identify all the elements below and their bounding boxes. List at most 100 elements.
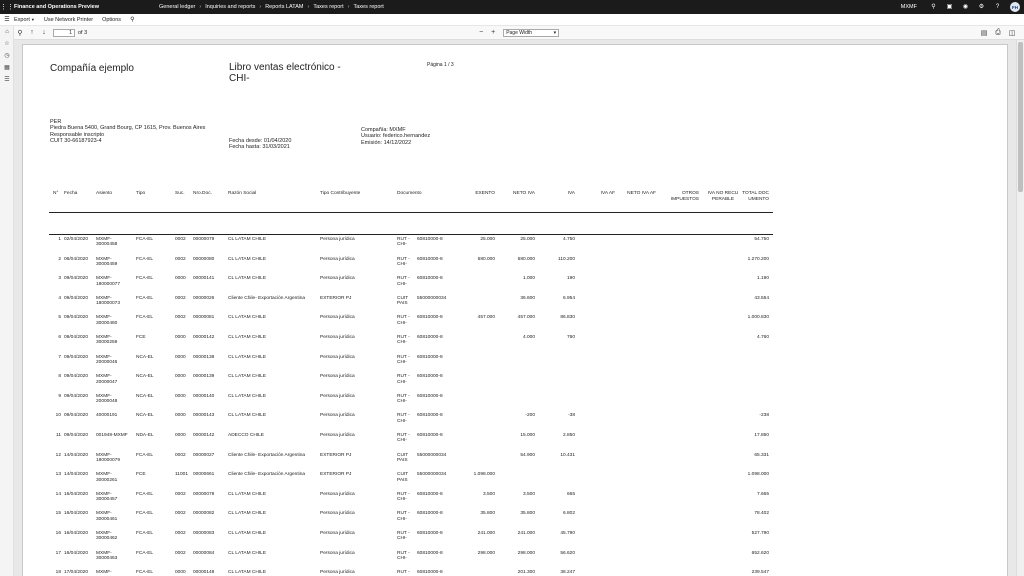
- cell-asiento: MXMF- 30000457: [96, 491, 118, 503]
- avatar[interactable]: FH: [1010, 2, 1020, 12]
- cell-suc: 0000: [175, 354, 186, 360]
- network-printer-button[interactable]: Use Network Printer: [44, 17, 93, 23]
- cell-razon: Cliente Chile- Exportación Argentina: [228, 472, 306, 478]
- vertical-scrollbar[interactable]: [1016, 40, 1024, 576]
- breadcrumb-item[interactable]: Inquiries and reports: [205, 4, 255, 10]
- report-title: Libro ventas electrónico - CHI-: [229, 62, 341, 84]
- modules-icon[interactable]: ☰: [0, 74, 14, 86]
- layout-icon[interactable]: ◫: [1006, 29, 1018, 37]
- navigation-pane: ⌂ ☆ ◷ ▦ ☰: [0, 26, 14, 576]
- cell-razon: CL LATAM CHILE: [228, 413, 267, 419]
- cell-total: 65.331: [754, 452, 769, 458]
- find-icon[interactable]: ⚲: [14, 29, 26, 37]
- breadcrumb-item[interactable]: General ledger: [159, 4, 195, 10]
- help-icon[interactable]: ?: [994, 4, 1001, 11]
- cell-iva: 45.790: [560, 531, 575, 536]
- gear-icon[interactable]: ⚙: [978, 4, 985, 11]
- cell-n: 8: [58, 374, 61, 380]
- col-total-documento: TOTAL DOCUMENTO: [742, 191, 769, 202]
- cell-tipo: FCA-EL: [136, 452, 154, 458]
- cell-tipo: FCA-EL: [136, 276, 154, 282]
- report-meta: Compañía: MXMF Usuario: federico.hernand…: [361, 127, 430, 146]
- cell-neto: 4.000: [522, 335, 535, 340]
- chevron-down-icon: ▾: [553, 29, 557, 36]
- app-title[interactable]: Finance and Operations Preview: [14, 4, 99, 10]
- cell-exento: 35.800: [480, 511, 495, 517]
- cell-total: 4.760: [756, 335, 769, 340]
- zoom-select[interactable]: Page Width ▾: [503, 28, 560, 37]
- chevron-right-icon: ›: [259, 4, 262, 10]
- cell-total: 1.000.830: [747, 315, 769, 321]
- cell-asiento: MXMF- 20000047: [96, 374, 118, 385]
- waffle-icon[interactable]: ⋮⋮: [0, 3, 14, 11]
- notifications-icon[interactable]: ◉: [962, 4, 969, 11]
- cell-n: 6: [58, 335, 61, 340]
- cell-n: 7: [58, 354, 61, 360]
- zoom-in-icon[interactable]: +: [487, 29, 499, 36]
- cell-exento: 457.000: [477, 315, 495, 321]
- workspaces-icon[interactable]: ▦: [0, 62, 14, 74]
- table-row: 17 16/04/2020 MXMF- 30000463 FCA-EL 0002 0000…: [23, 551, 1009, 571]
- col-nro-doc: Nro.Doc.: [193, 191, 212, 196]
- col-otros-impuestos: OTROS IMPUESTOS: [670, 191, 699, 202]
- search-icon[interactable]: ⚲: [930, 4, 937, 11]
- cell-iva: 760: [566, 335, 575, 340]
- favorites-icon[interactable]: ☆: [0, 38, 14, 50]
- cell-asiento: MXMF- 30000459: [96, 256, 118, 267]
- cell-tipo: NDA-EL: [136, 433, 154, 438]
- app-header: ⋮⋮ Finance and Operations Preview Genera…: [0, 0, 1024, 14]
- cell-fecha: 09/04/2020: [64, 374, 89, 380]
- cell-razon: CL LATAM CHILE: [228, 570, 267, 576]
- cell-tipo: FCA-EL: [136, 570, 154, 576]
- action-pane: ☰ Export▼ Use Network Printer Options ⚲: [0, 14, 1024, 26]
- cell-contrib: Persona jurídica: [320, 354, 355, 360]
- cell-iva: 2.850: [562, 433, 575, 438]
- breadcrumb-item[interactable]: Taxes report: [353, 4, 383, 10]
- hamburger-icon[interactable]: ☰: [0, 16, 14, 23]
- scrollbar-thumb[interactable]: [1018, 42, 1023, 192]
- breadcrumb-item[interactable]: Taxes report: [313, 4, 343, 10]
- cell-nro: 00000082: [193, 511, 215, 517]
- options-tab[interactable]: Options: [102, 17, 121, 23]
- table-row: 16 16/04/2020 MXMF- 30000462 FCA-EL 0002 0000…: [23, 531, 1009, 551]
- company-picker[interactable]: MXMF: [901, 4, 917, 10]
- cell-n: 12: [55, 452, 61, 458]
- cell-suc: 0002: [175, 256, 186, 262]
- cell-doc_type: CUIT PAIS: [397, 472, 409, 483]
- cell-n: 17: [55, 550, 61, 556]
- cell-asiento: MXMF- 180000077: [96, 276, 121, 287]
- chevron-right-icon: ›: [307, 4, 310, 10]
- home-icon[interactable]: ⌂: [0, 26, 14, 38]
- cell-suc: 0002: [175, 531, 186, 536]
- table-row: 9 09/04/2020 MXMF- 20000048 NCA-EL 0000 00000…: [23, 394, 1009, 414]
- arrow-up-icon[interactable]: ↑: [26, 29, 38, 36]
- chevron-down-icon: ▼: [30, 16, 35, 22]
- cell-iva: 6.802: [562, 511, 575, 517]
- zoom-out-icon[interactable]: −: [475, 29, 487, 36]
- cell-nro: 00000139: [193, 374, 215, 380]
- chevron-right-icon: ›: [199, 4, 202, 10]
- search-icon[interactable]: ⚲: [130, 16, 134, 23]
- breadcrumb-item[interactable]: Reports LATAM: [265, 4, 303, 10]
- cell-suc: 0002: [175, 315, 186, 321]
- cell-contrib: Persona jurídica: [320, 393, 355, 399]
- save-icon[interactable]: ▤: [978, 29, 990, 37]
- recent-icon[interactable]: ◷: [0, 50, 14, 62]
- cell-doc_type: CUIT PAIS: [397, 452, 409, 463]
- arrow-down-icon[interactable]: ↓: [38, 29, 50, 36]
- cell-razon: CL LATAM CHILE: [228, 550, 267, 556]
- cell-tipo: NCA-EL: [136, 354, 154, 360]
- export-button[interactable]: Export▼: [14, 17, 35, 23]
- page-number-input[interactable]: 1: [53, 28, 75, 37]
- cell-contrib: Persona jurídica: [320, 315, 355, 321]
- cell-fecha: 09/04/2020: [64, 433, 89, 438]
- chat-icon[interactable]: ▣: [946, 4, 953, 11]
- cell-total: -238: [759, 413, 769, 419]
- print-icon[interactable]: ⎙: [992, 29, 1004, 37]
- cell-asiento: MXMF- 30000460: [96, 315, 118, 326]
- cell-neto: 3.500: [522, 491, 535, 497]
- col-documento: Documento: [397, 191, 422, 196]
- cell-contrib: Persona jurídica: [320, 237, 355, 242]
- cell-razon: CL LATAM CHILE: [228, 491, 267, 497]
- report-viewer-toolbar: ⚲ ↑ ↓ 1 of 3 − + Page Width ▾ ▤ ⎙ ◫: [14, 26, 1024, 40]
